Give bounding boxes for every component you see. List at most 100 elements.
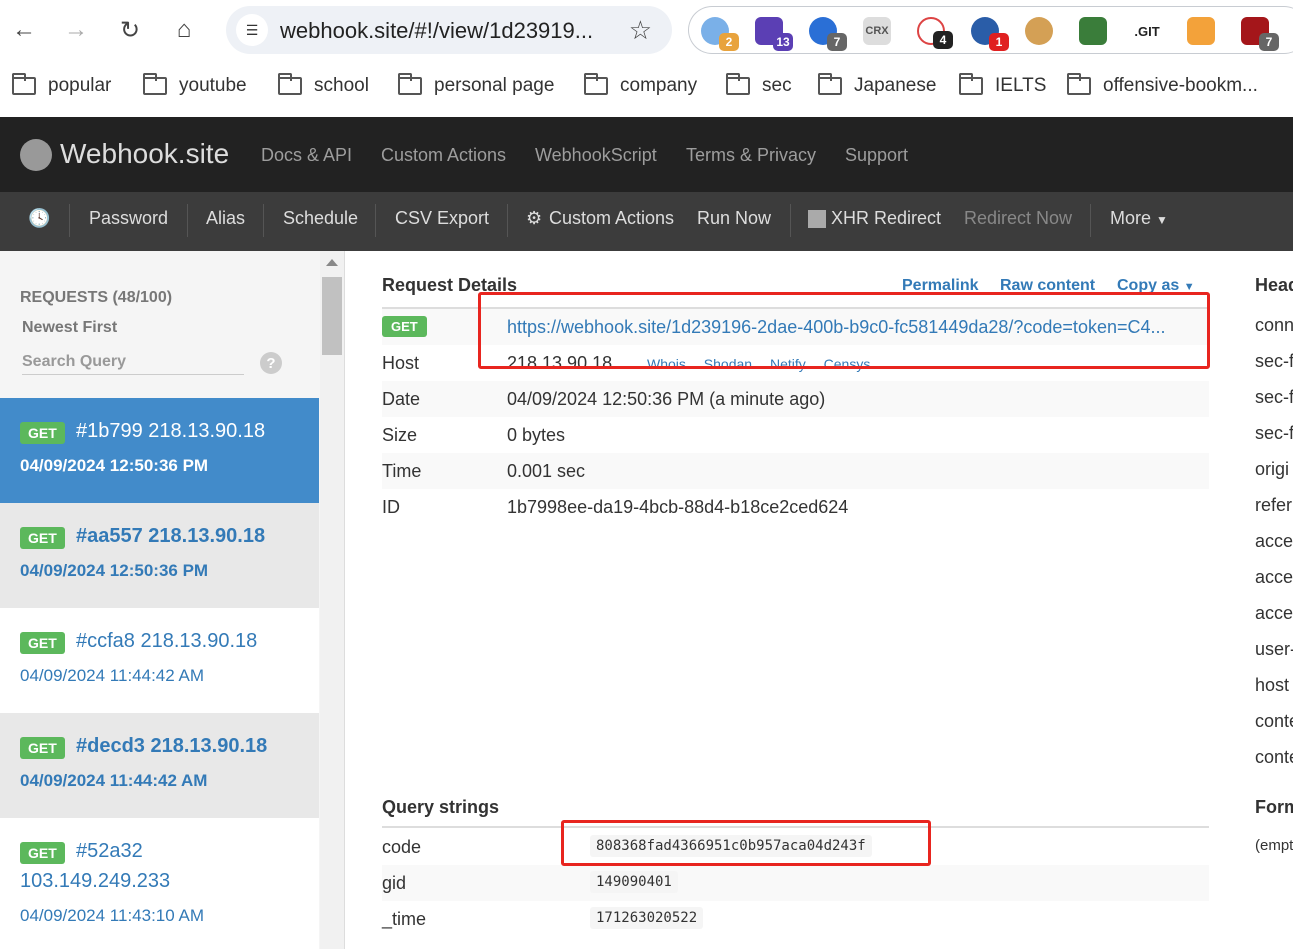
sidebar-scrollbar[interactable] <box>320 251 344 949</box>
ext-3-icon[interactable]: 7 <box>809 17 847 51</box>
folder-icon <box>726 73 750 95</box>
headers-column: Head conn sec-f sec-f sec-f origi refer … <box>1254 251 1293 949</box>
sort-order[interactable]: Newest First <box>22 319 117 337</box>
webhook-logo-icon[interactable] <box>20 139 52 171</box>
cookie-icon[interactable] <box>1025 17 1053 45</box>
back-icon[interactable]: ← <box>8 14 40 46</box>
header-key: sec-f <box>1255 423 1293 443</box>
alias-button[interactable]: Alias <box>206 208 245 229</box>
query-value: 149090401 <box>590 871 678 893</box>
csv-export-button[interactable]: CSV Export <box>395 208 489 229</box>
address-row: ← → ↻ ⌂ ☰ webhook.site/#!/view/1d23919..… <box>0 0 1293 60</box>
request-item[interactable]: GET #decd3 218.13.90.18 04/09/2024 11:44… <box>0 713 319 818</box>
ext-11-icon[interactable]: 7 <box>1241 17 1279 51</box>
header-key: refer <box>1255 495 1293 515</box>
bookmark-folder[interactable]: school <box>278 73 369 97</box>
clock-icon[interactable]: 🕓 <box>28 208 50 229</box>
form-empty-text: (empt <box>1255 837 1293 854</box>
request-date: 04/09/2024 11:43:10 AM <box>20 906 205 925</box>
folder-icon <box>959 73 983 95</box>
id-row: ID 1b7998ee-da19-4bcb-88d4-b18ce2ced624 <box>382 489 1209 525</box>
bookmark-folder[interactable]: offensive-bookm... <box>1067 73 1258 97</box>
search-input[interactable]: Search Query <box>22 349 244 375</box>
xhr-redirect-button[interactable]: XHR Redirect <box>831 208 941 229</box>
header-key: acce <box>1255 603 1293 623</box>
reload-icon[interactable]: ↻ <box>114 14 146 46</box>
query-key: code <box>382 837 422 857</box>
query-row: _time 171263020522 <box>382 901 1209 937</box>
ext-8-icon[interactable] <box>1079 17 1107 45</box>
host-label: Host <box>382 353 420 373</box>
nav-docs-api[interactable]: Docs & API <box>261 145 352 166</box>
home-icon[interactable]: ⌂ <box>168 14 200 46</box>
query-key: gid <box>382 873 407 893</box>
bookmark-star-icon[interactable]: ☆ <box>629 15 652 46</box>
bookmark-folder[interactable]: youtube <box>143 73 247 97</box>
schedule-button[interactable]: Schedule <box>283 208 358 229</box>
address-text[interactable]: webhook.site/#!/view/1d23919... <box>280 18 593 44</box>
time-row: Time 0.001 sec <box>382 453 1209 489</box>
method-badge: GET <box>20 422 65 444</box>
requests-sidebar: REQUESTS (48/100) Newest First Search Qu… <box>0 251 345 949</box>
external-link-icon <box>808 210 826 228</box>
more-dropdown[interactable]: More ▼ <box>1110 208 1168 229</box>
header-key: origi <box>1255 459 1290 479</box>
headers-title: Head <box>1255 275 1293 295</box>
method-badge: GET <box>20 842 65 864</box>
nav-terms-privacy[interactable]: Terms & Privacy <box>686 145 816 166</box>
nav-webhookscript[interactable]: WebhookScript <box>535 145 657 166</box>
request-item[interactable]: GET #1b799 218.13.90.18 04/09/2024 12:50… <box>0 398 319 503</box>
date-value: 04/09/2024 12:50:36 PM (a minute ago) <box>507 389 826 409</box>
git-icon[interactable]: .GIT <box>1133 17 1161 45</box>
bookmark-folder[interactable]: sec <box>726 73 792 97</box>
ext-5-icon[interactable]: 4 <box>917 17 953 49</box>
run-now-button[interactable]: Run Now <box>697 208 771 229</box>
custom-actions-button[interactable]: Custom Actions <box>549 208 674 229</box>
request-date: 04/09/2024 11:44:42 AM <box>20 666 205 685</box>
bookmark-folder[interactable]: popular <box>12 73 111 97</box>
scroll-thumb[interactable] <box>322 277 342 355</box>
query-value: 171263020522 <box>590 907 704 929</box>
nav-custom-actions[interactable]: Custom Actions <box>381 145 506 166</box>
ext-6-icon[interactable]: 1 <box>971 17 1009 51</box>
request-item[interactable]: GET #52a32 103.149.249.233 04/09/2024 11… <box>0 818 319 949</box>
site-logo[interactable]: Webhook.site <box>60 138 229 170</box>
divider <box>69 204 70 237</box>
request-title: #1b799 218.13.90.18 <box>76 420 266 442</box>
request-date: 04/09/2024 11:44:42 AM <box>20 771 208 790</box>
header-key: sec-f <box>1255 387 1293 407</box>
highlight-box <box>561 820 931 866</box>
forward-icon[interactable]: → <box>60 14 92 46</box>
method-badge: GET <box>20 737 65 759</box>
address-bar[interactable]: ☰ webhook.site/#!/view/1d23919... ☆ <box>226 6 672 54</box>
header-key: acce <box>1255 567 1293 587</box>
bookmark-folder[interactable]: company <box>584 73 697 97</box>
highlight-box <box>478 292 1210 369</box>
help-icon[interactable]: ? <box>260 352 282 374</box>
request-item[interactable]: GET #aa557 218.13.90.18 04/09/2024 12:50… <box>0 503 319 608</box>
bookmark-folder[interactable]: Japanese <box>818 73 936 97</box>
bookmark-folder[interactable]: IELTS <box>959 73 1046 97</box>
query-row: gid 149090401 <box>382 865 1209 901</box>
request-item[interactable]: GET #ccfa8 218.13.90.18 04/09/2024 11:44… <box>0 608 319 713</box>
nav-support[interactable]: Support <box>845 145 908 166</box>
crx-icon[interactable]: CRX <box>863 17 891 45</box>
id-value: 1b7998ee-da19-4bcb-88d4-b18ce2ced624 <box>507 497 849 517</box>
method-badge: GET <box>382 316 427 337</box>
header-key: acce <box>1255 531 1293 551</box>
size-value: 0 bytes <box>507 425 566 445</box>
header-key: host <box>1255 675 1290 695</box>
method-badge: GET <box>20 632 65 654</box>
site-settings-icon[interactable]: ☰ <box>236 14 268 46</box>
divider <box>375 204 376 237</box>
scroll-up-icon[interactable] <box>326 259 338 266</box>
ext-10-icon[interactable] <box>1187 17 1215 45</box>
ext-1-icon[interactable]: 2 <box>701 17 739 51</box>
divider <box>507 204 508 237</box>
ext-2-icon[interactable]: 13 <box>755 17 793 51</box>
bookmarks-bar: popular youtube school personal page com… <box>0 66 1293 110</box>
folder-icon <box>278 73 302 95</box>
password-button[interactable]: Password <box>89 208 168 229</box>
bookmark-folder[interactable]: personal page <box>398 73 554 97</box>
redirect-now-button[interactable]: Redirect Now <box>964 208 1072 229</box>
